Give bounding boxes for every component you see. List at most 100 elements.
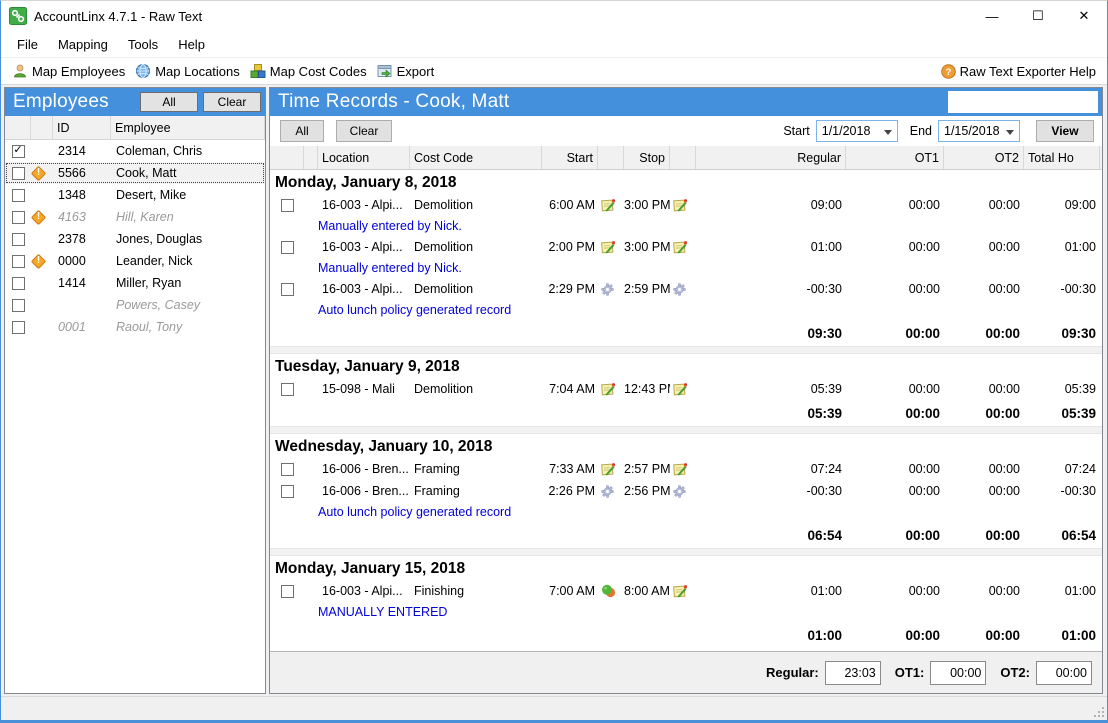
menu-file[interactable]: File bbox=[7, 33, 48, 56]
record-checkbox[interactable] bbox=[281, 383, 294, 396]
time-record-row[interactable]: 16-003 - Alpi... Demolition 2:29 PM bbox=[270, 278, 1102, 300]
employee-row[interactable]: ! 0001 Raoul, Tony bbox=[5, 316, 265, 338]
minimize-button[interactable]: — bbox=[969, 1, 1015, 31]
column-header-start[interactable]: Start bbox=[542, 146, 598, 169]
date-group-header: Wednesday, January 10, 2018 bbox=[270, 434, 1102, 458]
window-title: AccountLinx 4.7.1 - Raw Text bbox=[34, 9, 202, 24]
subtotal-ot2: 00:00 bbox=[944, 528, 1024, 543]
column-header-location[interactable]: Location bbox=[318, 146, 410, 169]
time-record-row[interactable]: 16-003 - Alpi... Demolition 2:00 PM bbox=[270, 236, 1102, 258]
map-employees-button[interactable]: Map Employees bbox=[7, 61, 130, 81]
time-record-row[interactable]: 16-003 - Alpi... Finishing 7:00 AM bbox=[270, 580, 1102, 602]
column-header-employee[interactable]: Employee bbox=[111, 116, 265, 139]
employee-checkbox[interactable] bbox=[12, 255, 25, 268]
record-note-text: Manually entered by Nick. bbox=[318, 219, 462, 233]
time-record-row[interactable]: 16-006 - Bren... Framing 7:33 AM bbox=[270, 458, 1102, 480]
record-regular-hours: 01:00 bbox=[696, 240, 846, 254]
record-checkbox[interactable] bbox=[281, 585, 294, 598]
search-box bbox=[948, 91, 1098, 113]
column-header-ot1[interactable]: OT1 bbox=[846, 146, 944, 169]
column-header-stop[interactable]: Stop bbox=[624, 146, 670, 169]
view-button[interactable]: View bbox=[1036, 120, 1094, 142]
employee-row[interactable]: ! 5566 Cook, Matt bbox=[5, 162, 265, 184]
note-icon bbox=[601, 198, 615, 212]
records-select-all-button[interactable]: All bbox=[280, 120, 324, 142]
employee-id: 1348 bbox=[53, 188, 111, 202]
regular-total-label: Regular: bbox=[766, 665, 819, 680]
gear-icon bbox=[673, 283, 686, 296]
employees-list: ! 2314 Coleman, Chris ! 5566 Cook, Matt … bbox=[5, 140, 265, 693]
employee-id: 2314 bbox=[53, 144, 111, 158]
record-ot2-hours: 00:00 bbox=[944, 240, 1024, 254]
record-note-row: Manually entered by Nick. bbox=[270, 216, 1102, 236]
employee-checkbox[interactable] bbox=[12, 233, 25, 246]
time-records-title: Time Records - Cook, Matt bbox=[278, 91, 509, 113]
subtotal-ot1: 00:00 bbox=[846, 406, 944, 421]
column-header-id[interactable]: ID bbox=[53, 116, 111, 139]
start-date-picker[interactable]: 1/1/2018 bbox=[816, 120, 898, 142]
record-stop-time: 3:00 PM bbox=[624, 198, 670, 212]
record-stop-time: 8:00 AM bbox=[624, 584, 670, 598]
note-icon bbox=[601, 462, 615, 476]
record-checkbox[interactable] bbox=[281, 199, 294, 212]
time-record-row[interactable]: 16-006 - Bren... Framing 2:26 PM bbox=[270, 480, 1102, 502]
employee-row[interactable]: ! 2314 Coleman, Chris bbox=[5, 140, 265, 162]
note-icon bbox=[673, 198, 687, 212]
time-record-row[interactable]: 16-003 - Alpi... Demolition 6:00 AM bbox=[270, 194, 1102, 216]
employees-select-all-button[interactable]: All bbox=[140, 92, 198, 112]
column-header-start-flag bbox=[598, 146, 624, 169]
menu-mapping[interactable]: Mapping bbox=[48, 33, 118, 56]
employee-row[interactable]: ! 1414 Miller, Ryan bbox=[5, 272, 265, 294]
export-button[interactable]: Export bbox=[372, 61, 440, 81]
search-input[interactable] bbox=[949, 93, 1103, 111]
subtotal-regular: 01:00 bbox=[696, 628, 846, 643]
employee-checkbox[interactable] bbox=[12, 167, 25, 180]
column-header-regular[interactable]: Regular bbox=[696, 146, 846, 169]
record-checkbox[interactable] bbox=[281, 463, 294, 476]
person-icon bbox=[12, 63, 28, 79]
maximize-button[interactable]: ☐ bbox=[1015, 1, 1061, 31]
record-checkbox[interactable] bbox=[281, 485, 294, 498]
column-header-ot2[interactable]: OT2 bbox=[944, 146, 1024, 169]
employees-clear-button[interactable]: Clear bbox=[203, 92, 261, 112]
map-locations-button[interactable]: Map Locations bbox=[130, 61, 245, 81]
employee-row[interactable]: ! 2378 Jones, Douglas bbox=[5, 228, 265, 250]
record-location: 16-003 - Alpi... bbox=[318, 240, 410, 254]
subtotal-regular: 06:54 bbox=[696, 528, 846, 543]
subtotal-ot1: 00:00 bbox=[846, 326, 944, 341]
record-checkbox[interactable] bbox=[281, 283, 294, 296]
resize-grip[interactable] bbox=[1092, 705, 1105, 718]
employee-row[interactable]: ! 1348 Desert, Mike bbox=[5, 184, 265, 206]
record-total-hours: 09:00 bbox=[1024, 198, 1100, 212]
record-regular-hours: 01:00 bbox=[696, 584, 846, 598]
employee-checkbox[interactable] bbox=[12, 299, 25, 312]
employee-row[interactable]: ! 4163 Hill, Karen bbox=[5, 206, 265, 228]
record-location: 16-003 - Alpi... bbox=[318, 584, 410, 598]
records-clear-button[interactable]: Clear bbox=[336, 120, 392, 142]
end-date-picker[interactable]: 1/15/2018 bbox=[938, 120, 1020, 142]
app-logo-link-icon bbox=[9, 7, 27, 25]
employee-row[interactable]: ! 0000 Leander, Nick bbox=[5, 250, 265, 272]
menu-help[interactable]: Help bbox=[168, 33, 215, 56]
raw-text-exporter-help-button[interactable]: ? Raw Text Exporter Help bbox=[936, 62, 1101, 81]
time-record-row[interactable]: 15-098 - Mali Demolition 7:04 AM bbox=[270, 378, 1102, 400]
menu-bar: File Mapping Tools Help bbox=[1, 31, 1107, 57]
record-ot1-hours: 00:00 bbox=[846, 584, 944, 598]
employee-checkbox[interactable] bbox=[12, 211, 25, 224]
date-group-header: Monday, January 8, 2018 bbox=[270, 170, 1102, 194]
employee-name: Hill, Karen bbox=[111, 210, 265, 224]
employee-checkbox[interactable] bbox=[12, 321, 25, 334]
employee-checkbox[interactable] bbox=[12, 189, 25, 202]
close-button[interactable]: ✕ bbox=[1061, 1, 1107, 31]
record-checkbox[interactable] bbox=[281, 241, 294, 254]
group-separator bbox=[270, 346, 1102, 354]
column-header-total-hours[interactable]: Total Ho bbox=[1024, 146, 1100, 169]
record-note-row: Auto lunch policy generated record bbox=[270, 502, 1102, 522]
employee-checkbox[interactable] bbox=[12, 145, 25, 158]
menu-tools[interactable]: Tools bbox=[118, 33, 168, 56]
employee-checkbox[interactable] bbox=[12, 277, 25, 290]
map-cost-codes-button[interactable]: Map Cost Codes bbox=[245, 61, 372, 81]
employee-id: 1414 bbox=[53, 276, 111, 290]
employee-row[interactable]: ! Powers, Casey bbox=[5, 294, 265, 316]
column-header-cost-code[interactable]: Cost Code bbox=[410, 146, 542, 169]
